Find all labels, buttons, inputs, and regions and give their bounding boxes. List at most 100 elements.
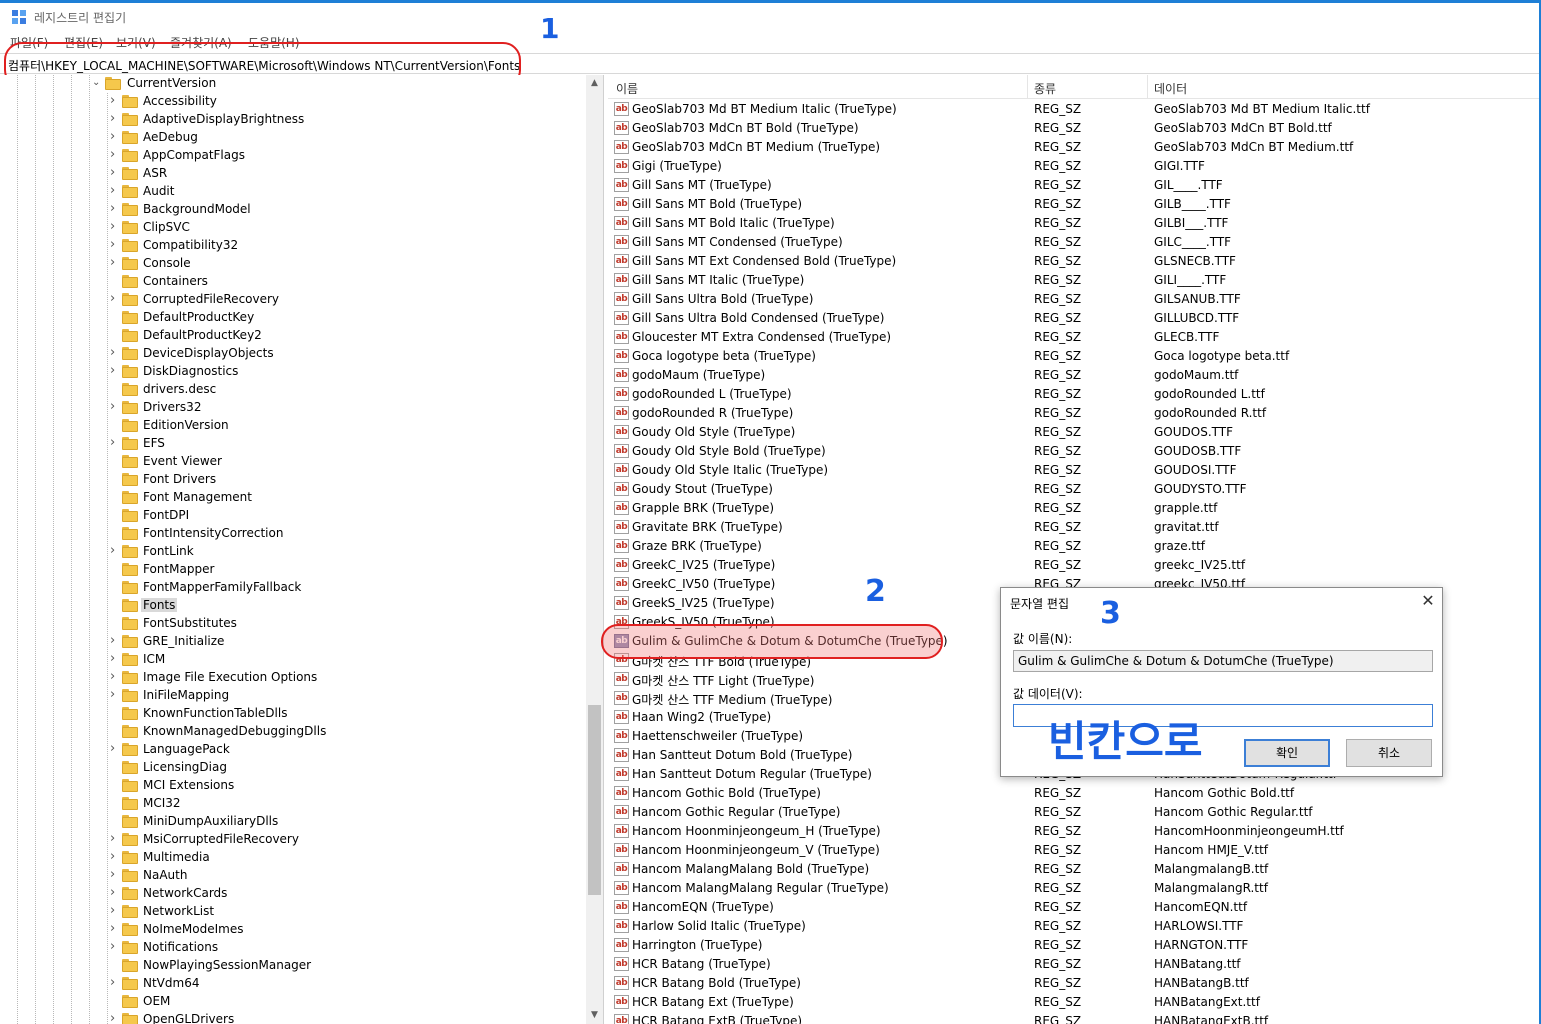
tree-item[interactable]: › ClipSVC xyxy=(0,219,586,237)
tree-item[interactable]: › OpenGLDrivers xyxy=(0,1011,586,1024)
value-row[interactable]: ab GeoSlab703 MdCn BT Medium (TrueType) RE… xyxy=(608,138,1541,157)
scroll-up-icon[interactable]: ▲ xyxy=(586,75,603,92)
chevron-right-icon[interactable]: › xyxy=(110,436,118,449)
tree-item[interactable]: › DiskDiagnostics xyxy=(0,363,586,381)
chevron-right-icon[interactable]: › xyxy=(110,634,118,647)
value-row[interactable]: ab Hancom MalangMalang Regular (TrueType)… xyxy=(608,879,1541,898)
tree-item[interactable]: › Console xyxy=(0,255,586,273)
tree-item[interactable]: MCI32 xyxy=(0,795,586,813)
value-row[interactable]: ab Hancom Gothic Regular (TrueType) REG_SZ… xyxy=(608,803,1541,822)
tree-item-currentversion[interactable]: ⌄ CurrentVersion xyxy=(0,75,586,93)
tree-item[interactable]: DefaultProductKey xyxy=(0,309,586,327)
cancel-button[interactable]: 취소 xyxy=(1346,739,1432,767)
chevron-right-icon[interactable]: › xyxy=(110,130,118,143)
tree-item[interactable]: FontSubstitutes xyxy=(0,615,586,633)
value-row[interactable]: ab Hancom Hoonminjeongeum_V (TrueType) REG… xyxy=(608,841,1541,860)
chevron-right-icon[interactable]: › xyxy=(110,742,118,755)
value-row[interactable]: ab Gill Sans Ultra Bold Condensed (TrueTy… xyxy=(608,309,1541,328)
value-row[interactable]: ab Gigi (TrueType) REG_SZ GIGI.TTF xyxy=(608,157,1541,176)
value-row[interactable]: ab Gill Sans MT Italic (TrueType) REG_SZ GI… xyxy=(608,271,1541,290)
value-row[interactable]: ab Gill Sans MT Condensed (TrueType) REG_S… xyxy=(608,233,1541,252)
tree-scroll-thumb[interactable] xyxy=(588,705,601,895)
tree-scrollbar[interactable]: ▲ ▼ xyxy=(586,75,603,1024)
tree-item[interactable]: › Audit xyxy=(0,183,586,201)
tree-item[interactable]: › FontLink xyxy=(0,543,586,561)
value-row[interactable]: ab HCR Batang (TrueType) REG_SZ HANBatang.t… xyxy=(608,955,1541,974)
tree-item[interactable]: › NaAuth xyxy=(0,867,586,885)
tree-item[interactable]: Fonts xyxy=(0,597,586,615)
chevron-right-icon[interactable]: › xyxy=(110,148,118,161)
value-row[interactable]: ab HCR Batang ExtB (TrueType) REG_SZ HANBat… xyxy=(608,1012,1541,1024)
value-row[interactable]: ab GeoSlab703 Md BT Medium Italic (TrueTy… xyxy=(608,100,1541,119)
value-row[interactable]: ab godoRounded L (TrueType) REG_SZ godoRoun… xyxy=(608,385,1541,404)
chevron-right-icon[interactable]: › xyxy=(110,400,118,413)
value-row[interactable]: ab Graze BRK (TrueType) REG_SZ graze.ttf xyxy=(608,537,1541,556)
tree-item[interactable]: Font Management xyxy=(0,489,586,507)
tree-item[interactable]: › AdaptiveDisplayBrightness xyxy=(0,111,586,129)
chevron-right-icon[interactable]: › xyxy=(110,868,118,881)
value-row[interactable]: ab Grapple BRK (TrueType) REG_SZ grapple.tt… xyxy=(608,499,1541,518)
tree-item[interactable]: › MsiCorruptedFileRecovery xyxy=(0,831,586,849)
tree-item[interactable]: KnownFunctionTableDlls xyxy=(0,705,586,723)
chevron-right-icon[interactable]: › xyxy=(110,238,118,251)
chevron-right-icon[interactable]: › xyxy=(110,976,118,989)
value-row[interactable]: ab HCR Batang Ext (TrueType) REG_SZ HANBata… xyxy=(608,993,1541,1012)
chevron-right-icon[interactable]: › xyxy=(110,940,118,953)
tree-item[interactable]: › AppCompatFlags xyxy=(0,147,586,165)
value-row[interactable]: ab Hancom MalangMalang Bold (TrueType) REG… xyxy=(608,860,1541,879)
tree-item[interactable]: › ICM xyxy=(0,651,586,669)
tree-item[interactable]: › EFS xyxy=(0,435,586,453)
values-list-pane[interactable]: 이름 종류 데이터 ab GeoSlab703 Md BT Medium Ital… xyxy=(608,75,1541,1024)
value-row[interactable]: ab Gill Sans MT Ext Condensed Bold (TrueT… xyxy=(608,252,1541,271)
chevron-right-icon[interactable]: › xyxy=(110,94,118,107)
value-row[interactable]: ab Goca logotype beta (TrueType) REG_SZ Goc… xyxy=(608,347,1541,366)
chevron-right-icon[interactable]: › xyxy=(110,184,118,197)
value-row[interactable]: ab GreekC_IV25 (TrueType) REG_SZ greekc_IV2… xyxy=(608,556,1541,575)
column-header-data[interactable]: 데이터 xyxy=(1154,80,1187,97)
chevron-right-icon[interactable]: › xyxy=(110,886,118,899)
tree-item[interactable]: › IniFileMapping xyxy=(0,687,586,705)
value-row[interactable]: ab Gill Sans MT (TrueType) REG_SZ GIL____.T… xyxy=(608,176,1541,195)
chevron-right-icon[interactable]: › xyxy=(110,166,118,179)
value-row[interactable]: ab Gill Sans MT Bold Italic (TrueType) REG… xyxy=(608,214,1541,233)
tree-item[interactable]: LicensingDiag xyxy=(0,759,586,777)
chevron-right-icon[interactable]: › xyxy=(110,1012,118,1024)
chevron-right-icon[interactable]: › xyxy=(110,202,118,215)
tree-item[interactable]: › NetworkCards xyxy=(0,885,586,903)
value-row[interactable]: ab godoMaum (TrueType) REG_SZ godoMaum.ttf xyxy=(608,366,1541,385)
chevron-right-icon[interactable]: › xyxy=(110,922,118,935)
tree-item[interactable]: Event Viewer xyxy=(0,453,586,471)
tree-item[interactable]: DefaultProductKey2 xyxy=(0,327,586,345)
key-tree-pane[interactable]: ⌄ CurrentVersion › Accessibility › Adaptive… xyxy=(0,75,604,1024)
tree-item[interactable]: › Notifications xyxy=(0,939,586,957)
value-row[interactable]: ab Gill Sans Ultra Bold (TrueType) REG_SZ G… xyxy=(608,290,1541,309)
value-row[interactable]: ab Harrington (TrueType) REG_SZ HARNGTON.TT… xyxy=(608,936,1541,955)
tree-item[interactable]: › GRE_Initialize xyxy=(0,633,586,651)
tree-item[interactable]: › AeDebug xyxy=(0,129,586,147)
chevron-right-icon[interactable]: › xyxy=(110,220,118,233)
tree-item[interactable]: › NoImeModeImes xyxy=(0,921,586,939)
chevron-right-icon[interactable]: › xyxy=(110,688,118,701)
value-row[interactable]: ab Harlow Solid Italic (TrueType) REG_SZ HA… xyxy=(608,917,1541,936)
tree-item[interactable]: Containers xyxy=(0,273,586,291)
tree-item[interactable]: MiniDumpAuxiliaryDlls xyxy=(0,813,586,831)
tree-item[interactable]: FontMapper xyxy=(0,561,586,579)
tree-item[interactable]: FontMapperFamilyFallback xyxy=(0,579,586,597)
tree-item[interactable]: › LanguagePack xyxy=(0,741,586,759)
column-divider[interactable] xyxy=(1027,75,1028,99)
value-row[interactable]: ab HancomEQN (TrueType) REG_SZ HancomEQN.tt… xyxy=(608,898,1541,917)
tree-item[interactable]: › NetworkList xyxy=(0,903,586,921)
tree-item[interactable]: › Image File Execution Options xyxy=(0,669,586,687)
chevron-right-icon[interactable]: › xyxy=(110,832,118,845)
value-row[interactable]: ab Goudy Old Style (TrueType) REG_SZ GOUDOS… xyxy=(608,423,1541,442)
value-row[interactable]: ab Gravitate BRK (TrueType) REG_SZ gravitat… xyxy=(608,518,1541,537)
tree-item[interactable]: › Drivers32 xyxy=(0,399,586,417)
tree-item[interactable]: › ASR xyxy=(0,165,586,183)
tree-item[interactable]: OEM xyxy=(0,993,586,1011)
value-row[interactable]: ab Goudy Stout (TrueType) REG_SZ GOUDYSTO.T… xyxy=(608,480,1541,499)
value-row[interactable]: ab GeoSlab703 MdCn BT Bold (TrueType) REG_… xyxy=(608,119,1541,138)
tree-item[interactable]: › DeviceDisplayObjects xyxy=(0,345,586,363)
ok-button[interactable]: 확인 xyxy=(1244,739,1330,767)
column-divider[interactable] xyxy=(1147,75,1148,99)
tree-item[interactable]: FontIntensityCorrection xyxy=(0,525,586,543)
